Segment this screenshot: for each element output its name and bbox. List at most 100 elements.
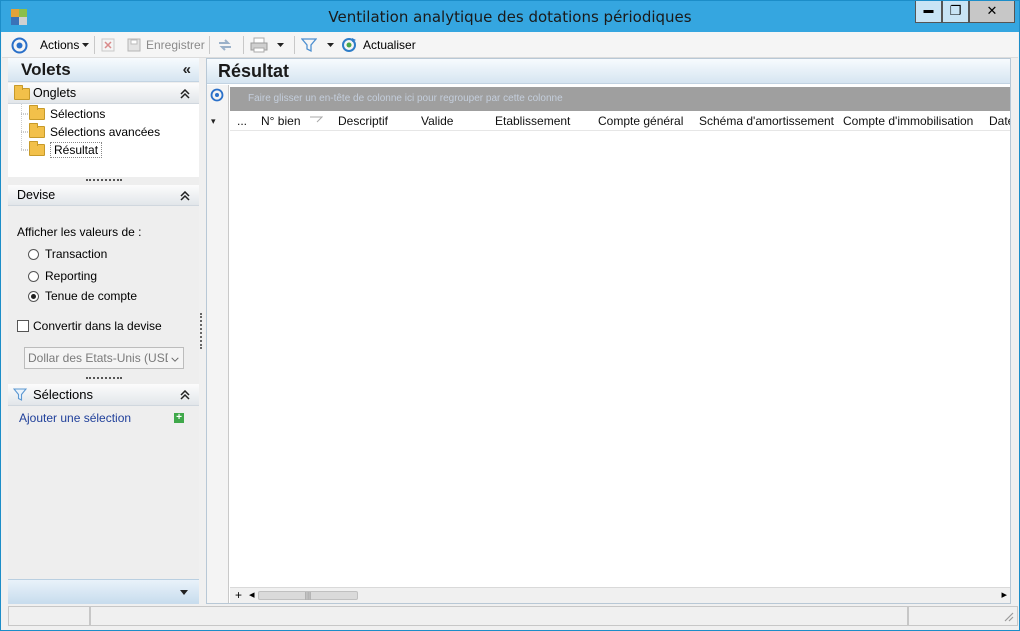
radio-button-selected[interactable] — [28, 290, 39, 302]
currency-section-label: Devise — [17, 188, 56, 202]
refresh-button[interactable]: Actualiser — [341, 36, 416, 54]
section-resize-grip[interactable] — [86, 377, 122, 380]
column-header-date[interactable]: Date — [989, 114, 1010, 128]
scroll-left-icon[interactable]: ◂ — [249, 588, 255, 601]
add-row-icon[interactable]: + — [235, 588, 242, 602]
home-icon[interactable] — [11, 36, 28, 54]
grid-options-icon[interactable] — [210, 88, 224, 102]
show-values-label: Afficher les valeurs de : — [17, 225, 142, 239]
chevron-up-icon[interactable] — [180, 191, 190, 201]
print-button[interactable] — [250, 36, 268, 54]
column-header-establishment[interactable]: Etablissement — [495, 114, 570, 128]
column-header-valid[interactable]: Valide — [421, 114, 453, 128]
radio-reporting-label: Reporting — [45, 269, 98, 283]
column-header-depreciation-scheme[interactable]: Schéma d'amortissement — [699, 114, 834, 128]
tab-advanced-selections[interactable]: Sélections avancées — [29, 123, 161, 140]
radio-account-keeping[interactable]: Tenue de compte — [28, 289, 137, 303]
column-header-asset-account[interactable]: Compte d'immobilisation — [843, 114, 973, 128]
panels-footer — [8, 579, 199, 604]
toolbar-divider — [243, 36, 244, 54]
sync-icon — [219, 39, 231, 51]
folder-icon — [29, 123, 45, 138]
window-title: Ventilation analytique des dotations pér… — [328, 8, 692, 26]
add-selection-icon[interactable]: + — [174, 413, 184, 423]
tabs-section-header[interactable]: Onglets — [8, 83, 199, 104]
chevron-up-icon[interactable] — [180, 390, 190, 400]
tab-selections[interactable]: Sélections — [29, 105, 105, 122]
radio-reporting[interactable]: Reporting — [28, 269, 97, 283]
chevron-down-icon — [82, 43, 90, 47]
toolbar-divider — [209, 36, 210, 54]
panel-splitter[interactable] — [200, 313, 203, 349]
checkbox[interactable] — [17, 320, 29, 332]
status-bar — [8, 606, 1018, 626]
add-selection-link[interactable]: Ajouter une sélection — [19, 411, 131, 425]
column-header-general-account[interactable]: Compte général — [598, 114, 683, 128]
column-chooser-icon[interactable]: ▾ — [211, 116, 216, 127]
resize-grip-icon[interactable] — [1002, 610, 1014, 622]
collapse-panels-icon[interactable]: « — [183, 61, 191, 78]
chevron-up-icon[interactable] — [180, 89, 190, 99]
filter-button[interactable] — [301, 36, 317, 54]
column-header-asset-number[interactable]: N° bien — [261, 114, 301, 128]
minimize-icon: ▬ — [923, 5, 934, 16]
section-resize-grip[interactable] — [86, 179, 122, 182]
tab-result-label: Résultat — [50, 142, 103, 158]
title-bar[interactable]: Ventilation analytique des dotations pér… — [1, 1, 1019, 32]
actions-label: Actions — [40, 38, 80, 52]
open-folder-icon — [29, 141, 45, 156]
save-button[interactable]: Enregistrer — [126, 36, 205, 54]
chevron-down-icon — [327, 43, 334, 47]
grid-column-header: ... N° bien Descriptif Valide Etablissem… — [230, 111, 1010, 131]
close-button[interactable]: ✕ — [969, 1, 1015, 23]
currency-select[interactable]: Dollar des Etats-Unis (USD — [24, 347, 184, 369]
horizontal-scrollbar[interactable]: + ◂ ||| ▸ — [230, 587, 1010, 603]
minimize-button[interactable]: ▬ — [915, 1, 942, 23]
tab-advanced-selections-label: Sélections avancées — [50, 125, 161, 139]
status-cell — [90, 606, 908, 626]
column-header-more[interactable]: ... — [237, 114, 247, 128]
save-label: Enregistrer — [146, 38, 205, 52]
radio-transaction[interactable]: Transaction — [28, 247, 107, 261]
actions-menu[interactable]: Actions — [40, 36, 90, 54]
filter-dropdown[interactable] — [326, 36, 335, 54]
close-icon: ✕ — [986, 3, 998, 18]
result-header: Résultat — [207, 59, 1010, 84]
print-dropdown[interactable] — [276, 36, 285, 54]
tabs-section-label: Onglets — [33, 86, 77, 100]
maximize-button[interactable]: ❐ — [942, 1, 969, 23]
toolbar: Actions Enregistrer Actualiser — [2, 32, 1018, 58]
panels-title: Volets — [21, 60, 71, 79]
convert-currency-checkbox[interactable]: Convertir dans la devise — [17, 319, 162, 333]
scroll-right-icon[interactable]: ▸ — [1001, 588, 1007, 601]
status-cell — [8, 606, 90, 626]
printer-icon — [250, 37, 268, 53]
chevron-down-icon — [277, 43, 284, 47]
chevron-down-icon[interactable] — [179, 589, 189, 597]
currency-section-header[interactable]: Devise — [8, 185, 199, 206]
column-header-description[interactable]: Descriptif — [338, 114, 388, 128]
refresh-icon — [342, 38, 356, 52]
group-by-area[interactable]: Faire glisser un en-tête de colonne ici … — [230, 87, 1010, 111]
selections-section-label: Sélections — [33, 387, 93, 402]
scrollbar-thumb[interactable]: ||| — [258, 591, 358, 600]
filter-icon — [301, 38, 317, 53]
toolbar-divider — [94, 36, 95, 54]
radio-transaction-label: Transaction — [45, 247, 108, 261]
radio-button[interactable] — [28, 270, 39, 282]
result-title: Résultat — [218, 61, 290, 81]
tab-result[interactable]: Résultat — [29, 141, 103, 158]
toolbar-divider — [294, 36, 295, 54]
chevron-down-icon — [168, 349, 182, 367]
folder-icon — [29, 105, 45, 120]
grid-row-header-strip — [207, 85, 229, 603]
result-panel: Résultat Faire glisser un en-tête de col… — [206, 58, 1011, 604]
radio-button[interactable] — [28, 248, 39, 260]
sort-filter-icon[interactable] — [309, 116, 323, 126]
selections-section-header[interactable]: Sélections — [8, 384, 199, 406]
refresh-label: Actualiser — [363, 38, 416, 52]
radio-account-keeping-label: Tenue de compte — [45, 289, 138, 303]
sync-button[interactable] — [216, 36, 234, 54]
filter-icon — [13, 388, 27, 401]
delete-button[interactable] — [101, 36, 115, 54]
